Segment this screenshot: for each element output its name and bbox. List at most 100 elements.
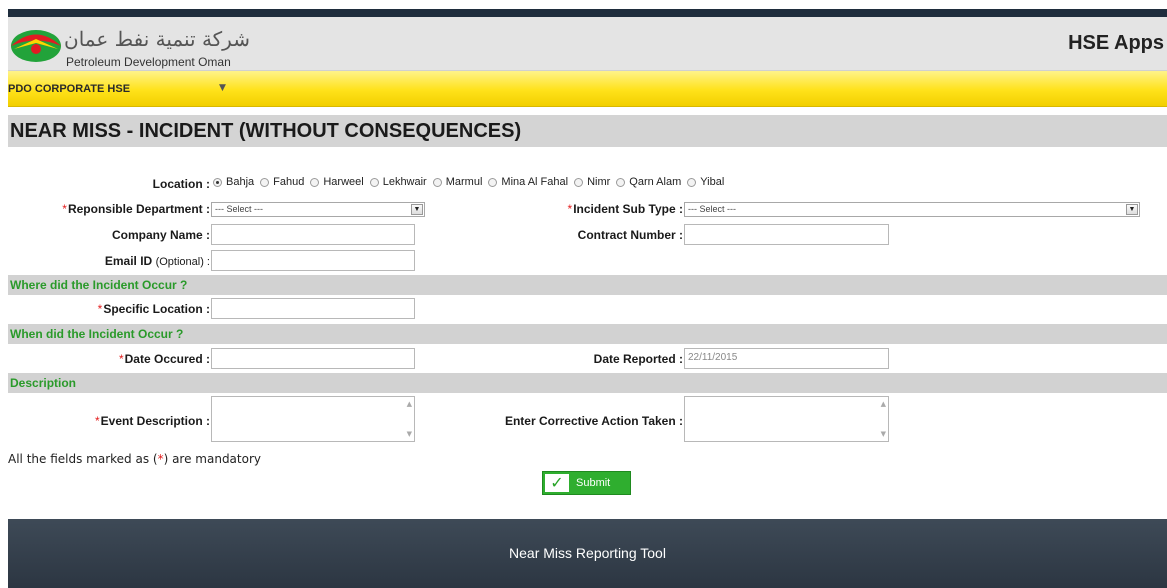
event-description-label: *Event Description :: [95, 414, 210, 428]
location-label: Location :: [152, 177, 210, 191]
footer-text: Near Miss Reporting Tool: [509, 545, 666, 561]
location-radio-group: Bahja Fahud Harweel Lekhwair Marmul Mina…: [213, 176, 730, 188]
company-row: Company Name : Contract Number :: [8, 224, 1167, 246]
required-marker: *: [97, 302, 103, 316]
radio-label: Fahud: [273, 176, 305, 188]
checkmark-icon: ✓: [545, 474, 569, 492]
radio-bahja[interactable]: Bahja: [213, 176, 254, 188]
date-reported-label: Date Reported :: [593, 352, 683, 366]
scroll-down-icon[interactable]: ▼: [407, 430, 412, 438]
required-marker: *: [62, 202, 67, 216]
specific-location-input[interactable]: [211, 298, 415, 319]
note-text-after: ) are mandatory: [163, 452, 261, 466]
radio-icon[interactable]: [687, 177, 697, 187]
top-accent-bar: [8, 9, 1167, 17]
radio-icon[interactable]: [574, 177, 584, 187]
page-title-bar: NEAR MISS - INCIDENT (WITHOUT CONSEQUENC…: [8, 115, 1167, 147]
department-label: *Reponsible Department :: [62, 202, 210, 216]
department-label-text: Reponsible Department :: [67, 202, 210, 216]
section-when: When did the Incident Occur ?: [8, 324, 1167, 344]
mandatory-note: All the fields marked as (*) are mandato…: [8, 452, 261, 466]
email-label-text: Email ID: [104, 254, 153, 268]
scroll-up-icon[interactable]: ▲: [881, 400, 886, 408]
radio-label: Yibal: [700, 176, 725, 188]
sub-type-label-text: Incident Sub Type :: [573, 202, 683, 216]
department-select[interactable]: --- Select --- ▼: [211, 202, 425, 217]
radio-lekhwair[interactable]: Lekhwair: [369, 176, 427, 188]
sub-type-select-value: --- Select ---: [688, 204, 736, 214]
description-row: *Event Description : ▲ ▼ Enter Correctiv…: [8, 396, 1167, 444]
email-input[interactable]: [211, 250, 415, 271]
email-optional-text: (Optional) :: [155, 256, 210, 268]
required-marker: *: [567, 202, 573, 216]
nav-menu-pdo-corporate-hse[interactable]: PDO CORPORATE HSE: [8, 83, 130, 95]
submit-label: Submit: [576, 477, 611, 489]
radio-label: Mina Al Fahal: [501, 176, 569, 188]
specific-location-row: *Specific Location :: [8, 298, 1167, 320]
sub-type-select[interactable]: --- Select --- ▼: [684, 202, 1140, 217]
radio-nimr[interactable]: Nimr: [574, 176, 610, 188]
submit-button[interactable]: ✓ Submit: [542, 471, 631, 495]
company-name-input[interactable]: [211, 224, 415, 245]
corrective-action-label: Enter Corrective Action Taken :: [504, 414, 683, 428]
radio-selected-icon[interactable]: [213, 177, 222, 187]
header: شركة تنمية نفط عمان Petroleum Developmen…: [8, 17, 1167, 71]
radio-icon[interactable]: [488, 177, 498, 187]
radio-icon[interactable]: [616, 177, 626, 187]
radio-label: Marmul: [445, 176, 483, 188]
email-row: Email ID (Optional) :: [8, 250, 1167, 272]
sub-type-label: *Incident Sub Type :: [568, 202, 683, 216]
radio-label: Nimr: [587, 176, 611, 188]
required-marker: *: [94, 414, 100, 428]
radio-label: Harweel: [323, 176, 364, 188]
email-label: Email ID (Optional) :: [105, 254, 210, 268]
company-name-label: Company Name :: [111, 228, 210, 242]
radio-icon[interactable]: [260, 177, 270, 187]
contract-number-input[interactable]: [684, 224, 889, 245]
radio-label: Lekhwair: [382, 176, 427, 188]
scroll-up-icon[interactable]: ▲: [407, 400, 412, 408]
logo-english-text: Petroleum Development Oman: [66, 55, 231, 69]
chevron-down-icon[interactable]: ▼: [411, 204, 423, 215]
date-occured-label: *Date Occured :: [119, 352, 210, 366]
location-row: Location : Bahja Fahud Harweel Lekhwair …: [8, 176, 1167, 192]
chevron-down-icon[interactable]: ▼: [1126, 204, 1138, 215]
radio-mina-al-fahal[interactable]: Mina Al Fahal: [488, 176, 568, 188]
section-description: Description: [8, 373, 1167, 393]
date-row: *Date Occured : Date Reported : 22/11/20…: [8, 348, 1167, 370]
radio-label: Qarn Alam: [629, 176, 682, 188]
scroll-down-icon[interactable]: ▼: [881, 430, 886, 438]
radio-yibal[interactable]: Yibal: [687, 176, 724, 188]
page-title: NEAR MISS - INCIDENT (WITHOUT CONSEQUENC…: [10, 120, 522, 142]
note-text-before: All the fields marked as (: [8, 452, 158, 466]
pdo-logo-icon: [11, 30, 61, 62]
radio-icon[interactable]: [432, 177, 442, 187]
date-reported-input[interactable]: 22/11/2015: [684, 348, 889, 369]
radio-fahud[interactable]: Fahud: [260, 176, 304, 188]
department-select-value: --- Select ---: [215, 204, 263, 214]
radio-marmul[interactable]: Marmul: [432, 176, 483, 188]
radio-label: Bahja: [226, 176, 255, 188]
logo-arabic-text: شركة تنمية نفط عمان: [64, 27, 250, 51]
chevron-down-icon[interactable]: ▼: [219, 83, 226, 93]
corrective-action-textarea[interactable]: ▲ ▼: [684, 396, 889, 442]
nav-bar: PDO CORPORATE HSE ▼: [8, 71, 1167, 107]
event-description-label-text: Event Description :: [100, 414, 210, 428]
specific-location-label-text: Specific Location :: [103, 302, 210, 316]
radio-icon[interactable]: [369, 177, 379, 187]
date-occured-input[interactable]: [211, 348, 415, 369]
section-where: Where did the Incident Occur ?: [8, 275, 1167, 295]
date-occured-label-text: Date Occured :: [124, 352, 210, 366]
radio-qarn-alam[interactable]: Qarn Alam: [616, 176, 681, 188]
footer: Near Miss Reporting Tool: [8, 519, 1167, 588]
required-marker: *: [118, 352, 124, 366]
radio-icon[interactable]: [310, 177, 320, 187]
department-row: *Reponsible Department : --- Select --- …: [8, 201, 1167, 219]
radio-harweel[interactable]: Harweel: [310, 176, 364, 188]
specific-location-label: *Specific Location :: [98, 302, 210, 316]
app-window: شركة تنمية نفط عمان Petroleum Developmen…: [8, 9, 1167, 515]
app-name: HSE Apps: [1068, 32, 1164, 54]
contract-number-label: Contract Number :: [577, 228, 683, 242]
page-background: شركة تنمية نفط عمان Petroleum Developmen…: [0, 0, 1167, 588]
event-description-textarea[interactable]: ▲ ▼: [211, 396, 415, 442]
